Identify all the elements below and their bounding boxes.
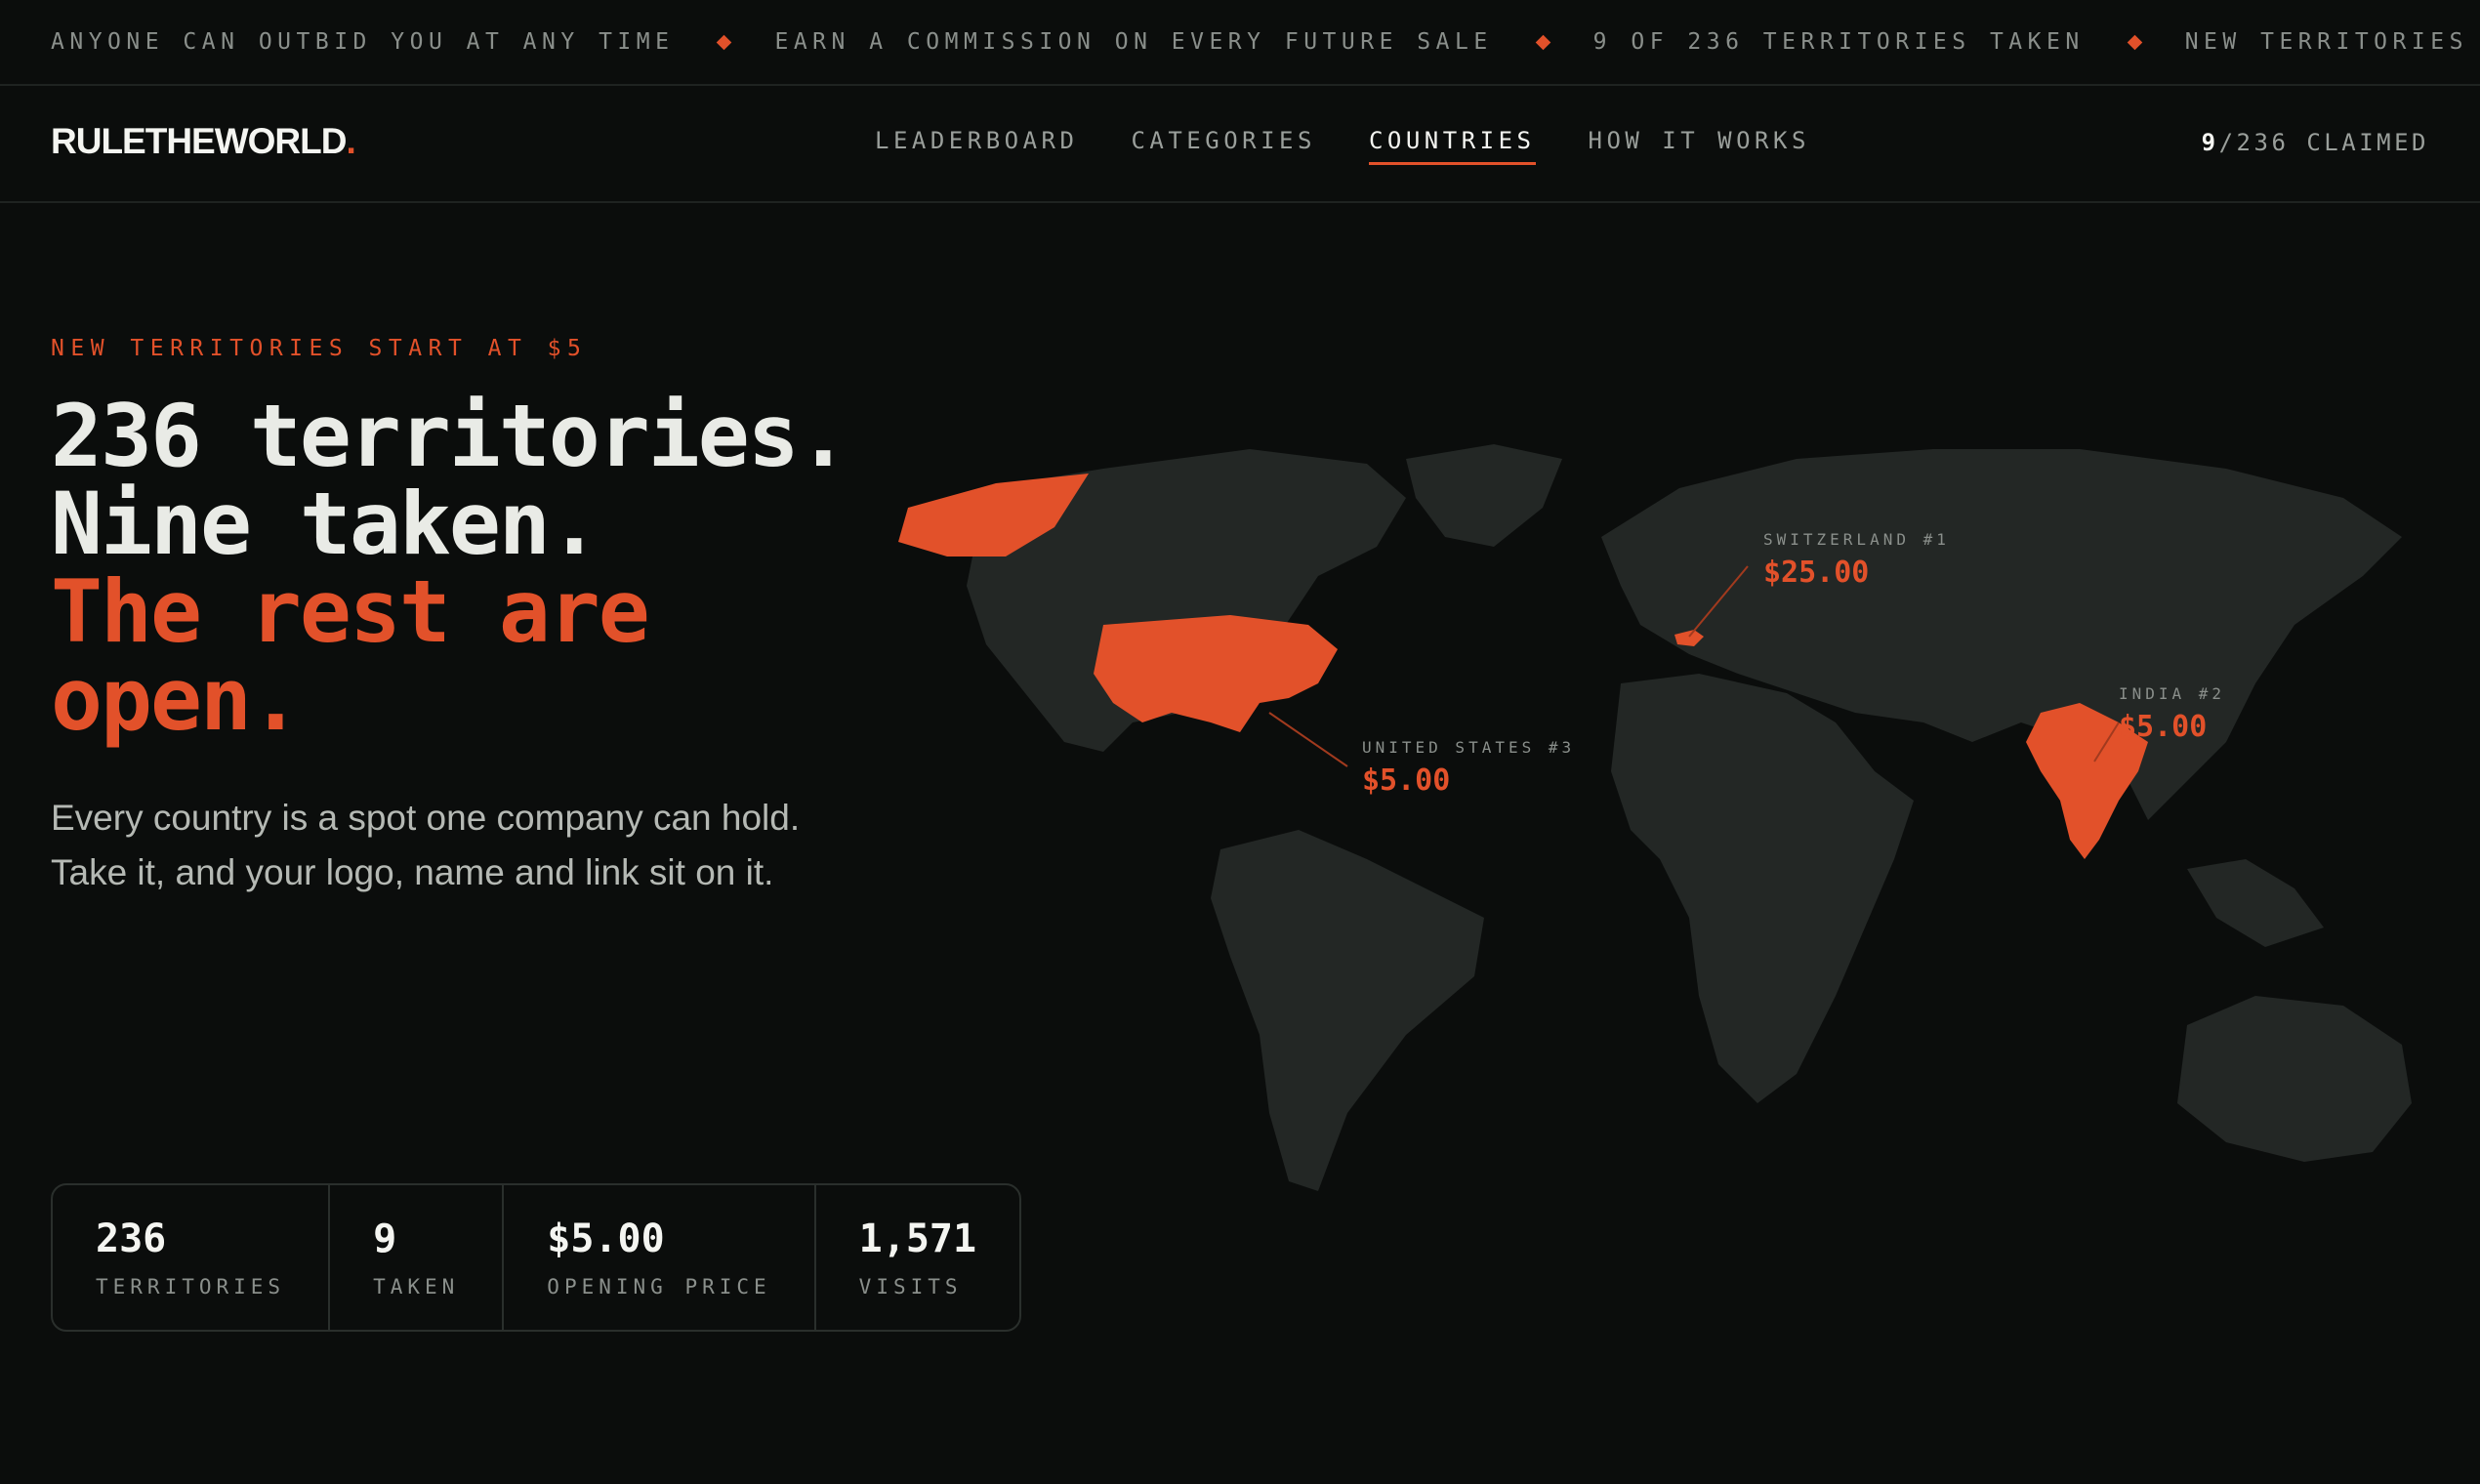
hero-headline: 236 territories. Nine taken. The rest ar… xyxy=(51,386,849,750)
diamond-icon xyxy=(717,34,732,50)
headline-line-accent: The rest are xyxy=(51,561,650,662)
ticker-item: New territories start at $5 xyxy=(2184,29,2480,55)
stat-value: 236 xyxy=(96,1216,167,1261)
nav-link-leaderboard[interactable]: Leaderboard xyxy=(875,127,1078,165)
united-states-callout-label: UNITED STATES #3 xyxy=(1362,738,1575,757)
india-callout-label: INDIA #2 xyxy=(2119,684,2225,703)
logo-text: RULETHEWORLD xyxy=(51,121,347,161)
logo-dot: . xyxy=(346,121,355,161)
world-map[interactable]: SWITZERLAND #1 $25.00 INDIA #2 $5.00 UNI… xyxy=(859,430,2480,1230)
headline-line: 236 territories. xyxy=(51,386,849,486)
claimed-counter: 9/236 CLAIMED xyxy=(2202,129,2429,156)
stat-territories: 236 Territories xyxy=(53,1185,331,1330)
africa-landmass[interactable] xyxy=(1611,674,1914,1103)
claimed-count: 9 xyxy=(2201,129,2219,156)
nav-link-how-it-works[interactable]: How it works xyxy=(1589,127,1810,165)
lead-line: Every country is a spot one company can … xyxy=(51,798,801,838)
switzerland-callout-price: $25.00 xyxy=(1763,556,1869,590)
nav-link-countries[interactable]: Countries xyxy=(1368,127,1536,165)
stat-opening-price: $5.00 Opening price xyxy=(504,1185,816,1330)
nav-link-categories[interactable]: Categories xyxy=(1131,127,1316,165)
stat-label: Opening price xyxy=(547,1275,771,1298)
diamond-icon xyxy=(2127,34,2142,50)
ticker-item: Anyone can outbid you at any time xyxy=(51,29,675,55)
hero-lead: Every country is a spot one company can … xyxy=(51,791,910,900)
ticker-item: 9 of 236 territories taken xyxy=(1592,29,2085,55)
top-navigation: RULETHEWORLD. Leaderboard Categories Cou… xyxy=(0,86,2480,203)
headline-line: Nine taken. xyxy=(51,474,600,574)
stat-value: $5.00 xyxy=(547,1216,665,1261)
nav-links: Leaderboard Categories Countries How it … xyxy=(875,127,1810,165)
australia-landmass[interactable] xyxy=(2177,996,2412,1162)
stat-label: Taken xyxy=(373,1275,460,1298)
lead-line: Take it, and your logo, name and link si… xyxy=(51,852,774,892)
ticker-item: Earn a commission on every future sale xyxy=(774,29,1493,55)
united-states-callout-line xyxy=(1268,712,1348,767)
hero-eyebrow: New territories start at $5 xyxy=(51,336,588,361)
diamond-icon xyxy=(1535,34,1550,50)
south-america-landmass[interactable] xyxy=(1211,830,1484,1191)
switzerland-callout-label: SWITZERLAND #1 xyxy=(1763,530,1950,549)
claimed-total: /236 CLAIMED xyxy=(2218,129,2429,156)
stat-label: Visits xyxy=(858,1275,963,1298)
announcement-ticker: Anyone can outbid you at any time Earn a… xyxy=(0,0,2480,86)
united-states-callout-price: $5.00 xyxy=(1362,763,1450,798)
southeast-asia-islands[interactable] xyxy=(2187,859,2324,947)
greenland-landmass[interactable] xyxy=(1406,444,1562,547)
stat-label: Territories xyxy=(96,1275,286,1298)
stat-value: 9 xyxy=(373,1216,397,1261)
headline-line-accent: open. xyxy=(51,649,302,750)
stat-taken: 9 Taken xyxy=(330,1185,505,1330)
india-callout-price: $5.00 xyxy=(2119,710,2207,744)
site-logo[interactable]: RULETHEWORLD. xyxy=(51,121,356,162)
